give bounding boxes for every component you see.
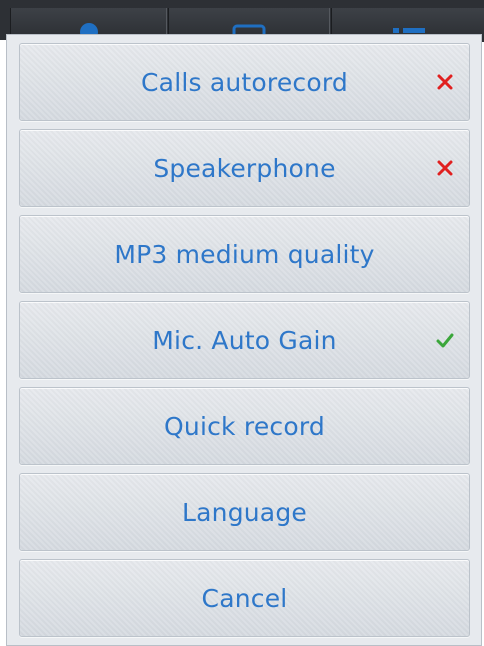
settings-menu: Calls autorecord Speakerphone MP3 medium…: [6, 34, 482, 646]
cancel-button[interactable]: Cancel: [19, 559, 470, 637]
app-screen: Calls autorecord Speakerphone MP3 medium…: [0, 0, 484, 646]
menu-item-label: MP3 medium quality: [114, 239, 375, 269]
menu-item-label: Language: [182, 497, 307, 527]
menu-item-mic-auto-gain[interactable]: Mic. Auto Gain: [19, 301, 470, 379]
menu-item-label: Speakerphone: [153, 153, 336, 183]
check-icon: [436, 333, 454, 348]
cancel-button-label: Cancel: [201, 583, 288, 613]
menu-item-speakerphone[interactable]: Speakerphone: [19, 129, 470, 207]
menu-item-language[interactable]: Language: [19, 473, 470, 551]
menu-item-label: Quick record: [164, 411, 325, 441]
menu-item-label: Mic. Auto Gain: [152, 325, 337, 355]
menu-item-calls-autorecord[interactable]: Calls autorecord: [19, 43, 470, 121]
menu-item-label: Calls autorecord: [141, 67, 348, 97]
menu-item-quick-record[interactable]: Quick record: [19, 387, 470, 465]
menu-item-mp3-quality[interactable]: MP3 medium quality: [19, 215, 470, 293]
cross-icon: [437, 160, 453, 176]
cross-icon: [437, 74, 453, 90]
